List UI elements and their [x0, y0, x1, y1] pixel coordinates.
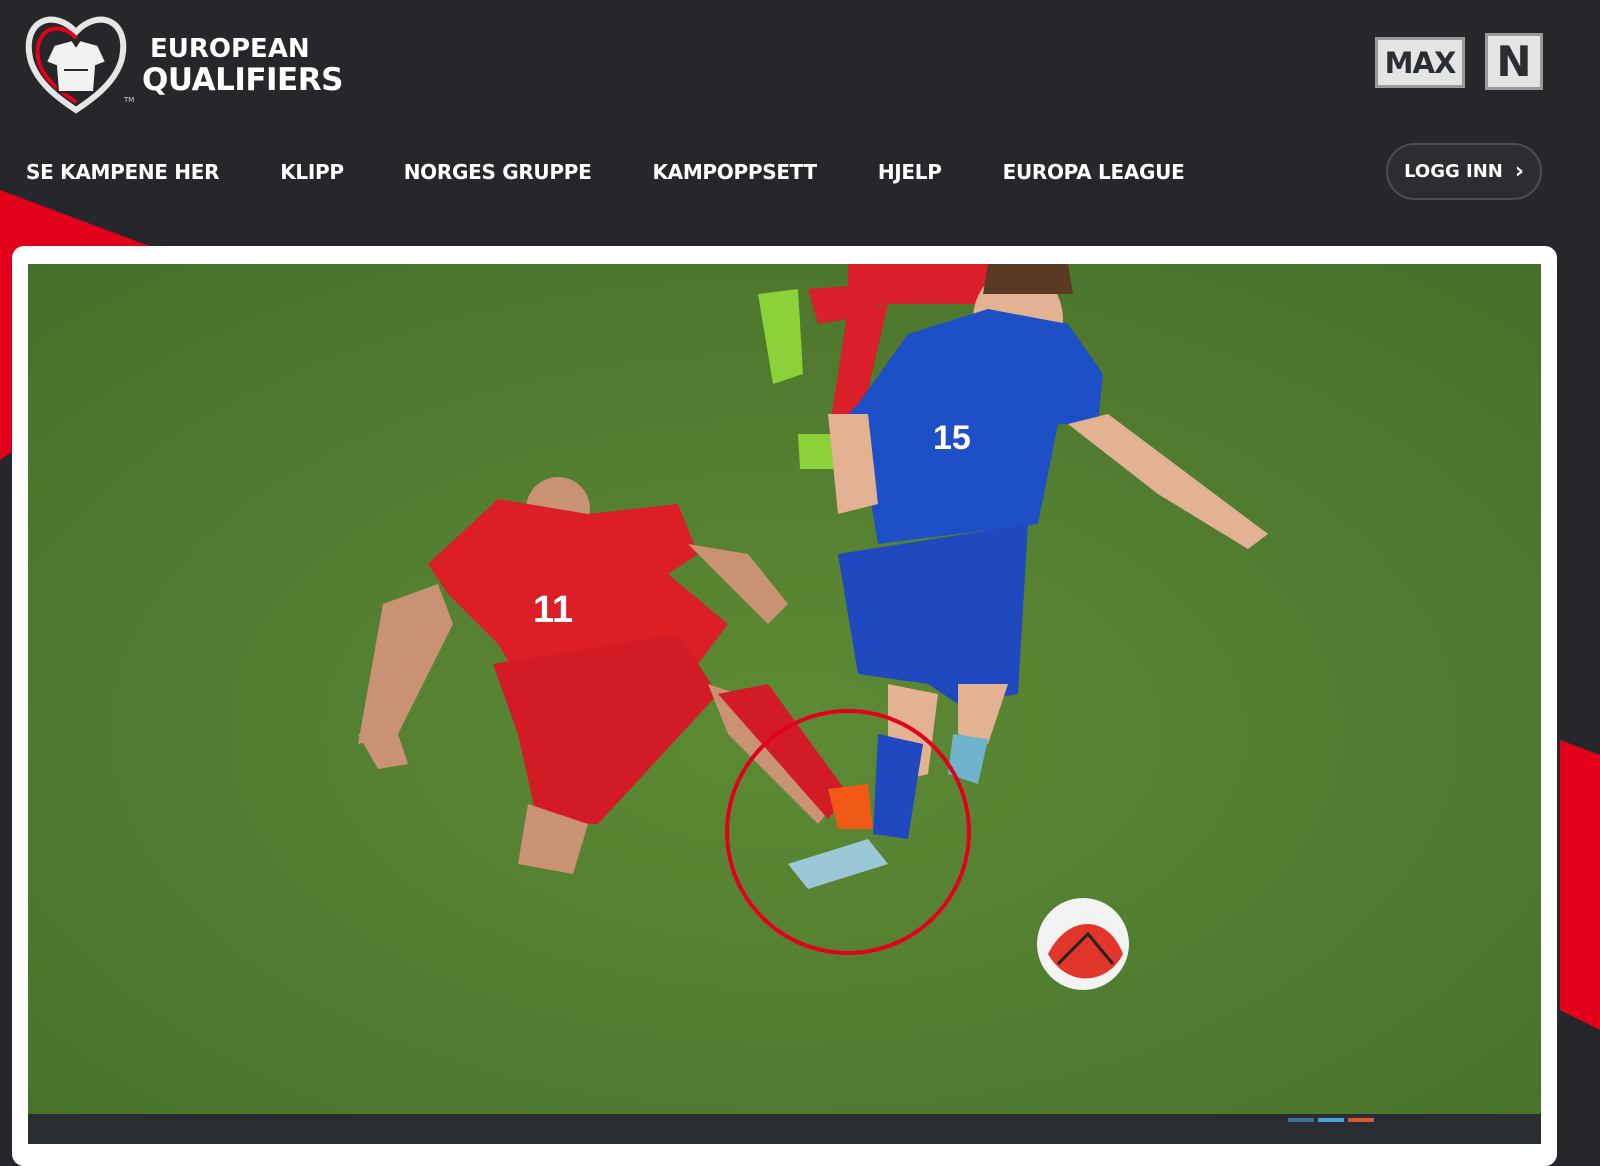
nav-item-norges-gruppe[interactable]: NORGES GRUPPE [404, 160, 592, 184]
qualifiers-logo-icon [25, 16, 127, 114]
login-button[interactable]: LOGG INN › [1386, 143, 1542, 200]
control-bar-indicators [1288, 1118, 1374, 1122]
n-channel-logo[interactable]: N [1485, 33, 1543, 90]
main-navigation: SE KAMPENE HER KLIPP NORGES GRUPPE KAMPO… [26, 160, 1185, 184]
red-diagonal-right [1560, 740, 1600, 1030]
blue-player-number: 15 [933, 419, 971, 457]
video-control-bar[interactable] [28, 1114, 1541, 1144]
football [1037, 898, 1129, 990]
video-frame: 11 15 [28, 264, 1541, 1114]
nav-item-se-kampene-her[interactable]: SE KAMPENE HER [26, 160, 220, 184]
logo-line-1: EUROPEAN [150, 34, 310, 64]
max-channel-logo[interactable]: MAX [1375, 37, 1465, 88]
european-qualifiers-logo[interactable]: EUROPEAN QUALIFIERS TM [24, 10, 343, 115]
video-player[interactable]: 11 15 [28, 264, 1541, 1114]
nav-item-europa-league[interactable]: EUROPA LEAGUE [1003, 160, 1185, 184]
pitch-grass [28, 264, 1541, 1114]
nav-item-hjelp[interactable]: HJELP [878, 160, 942, 184]
trademark-mark: TM [124, 96, 135, 104]
nav-item-klipp[interactable]: KLIPP [280, 160, 344, 184]
chevron-right-icon: › [1514, 158, 1524, 184]
logo-wordmark: EUROPEAN QUALIFIERS [142, 34, 343, 96]
logo-line-2: QUALIFIERS [142, 62, 343, 98]
nav-item-kampoppsett[interactable]: KAMPOPPSETT [652, 160, 817, 184]
red-player-number: 11 [533, 589, 573, 631]
login-label: LOGG INN [1404, 161, 1503, 182]
